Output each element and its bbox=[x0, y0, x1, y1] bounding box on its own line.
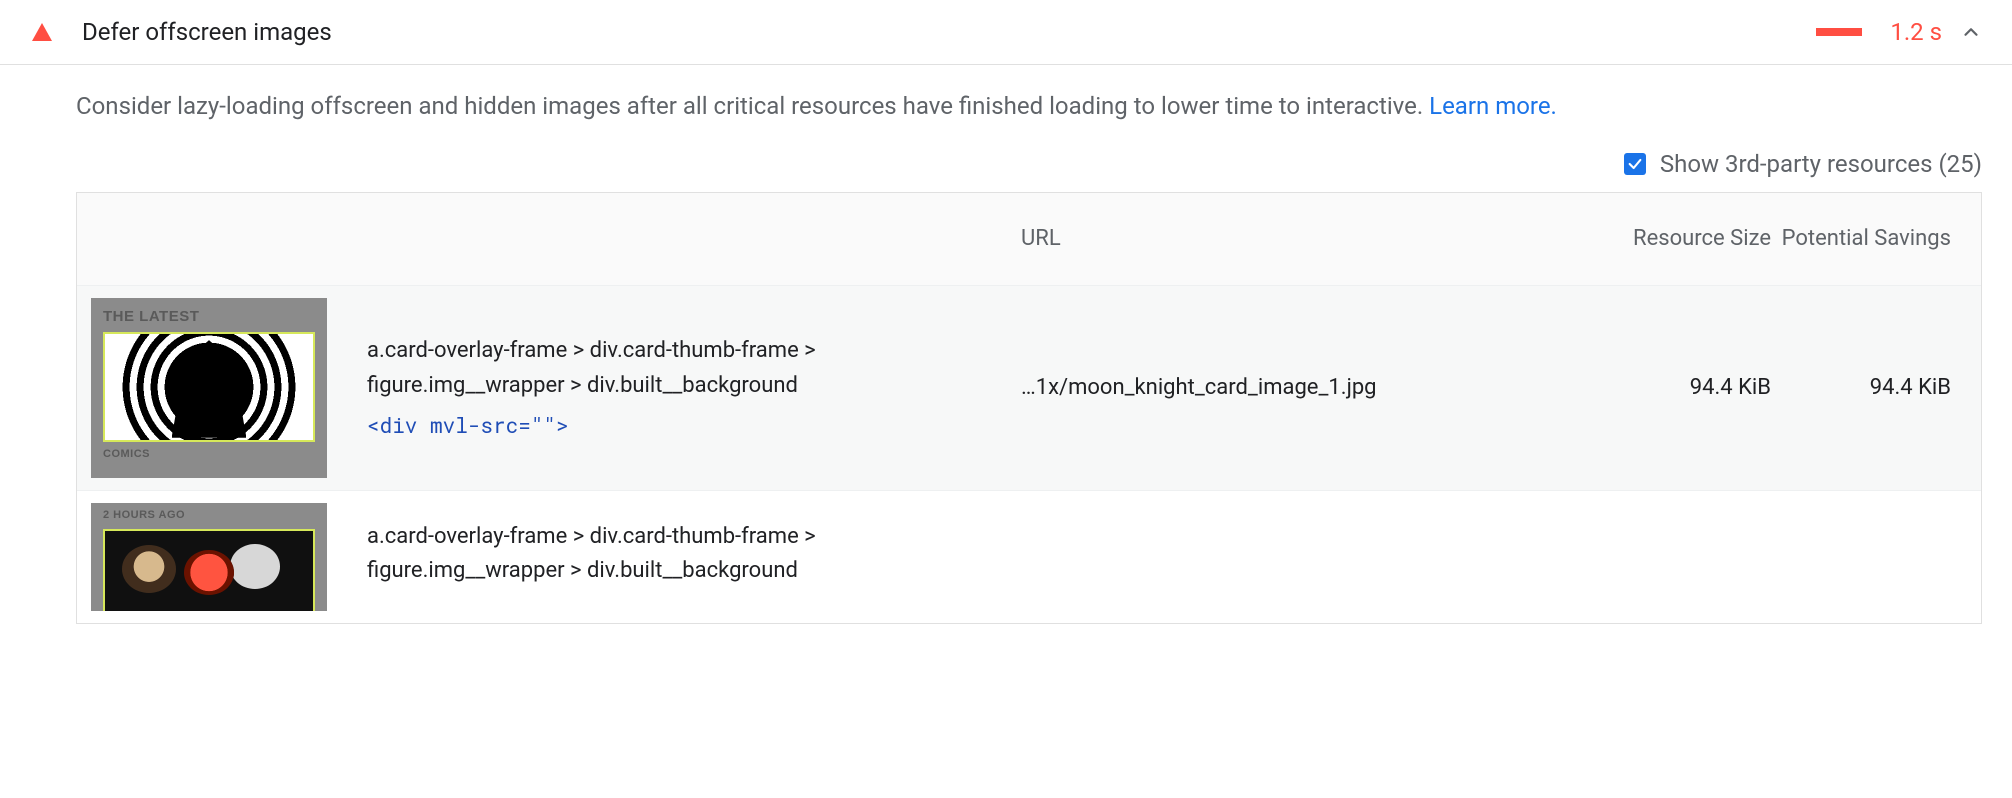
third-party-toggle[interactable]: Show 3rd-party resources (25) bbox=[76, 124, 1982, 192]
dom-snippet: <div mvl-src=""> bbox=[367, 409, 1001, 442]
chevron-up-icon[interactable] bbox=[1960, 21, 1982, 43]
resource-size-cell: 94.4 KiB bbox=[1581, 375, 1781, 400]
thumbnail-cell: THE LATEST COMICS bbox=[77, 298, 367, 478]
thumbnail-preview: 2 HOURS AGO bbox=[91, 503, 327, 611]
thumbnail-preview: THE LATEST COMICS bbox=[91, 298, 327, 478]
audit-body: Consider lazy-loading offscreen and hidd… bbox=[0, 65, 2012, 624]
selector-cell: a.card-overlay-frame > div.card-thumb-fr… bbox=[367, 520, 1021, 594]
audit-defer-offscreen-images: Defer offscreen images 1.2 s Consider la… bbox=[0, 0, 2012, 624]
selector-cell: a.card-overlay-frame > div.card-thumb-fr… bbox=[367, 334, 1021, 441]
col-url: URL bbox=[1021, 226, 1581, 251]
warning-triangle-icon bbox=[30, 20, 54, 44]
table-header: URL Resource Size Potential Savings bbox=[77, 193, 1981, 285]
third-party-label: Show 3rd-party resources (25) bbox=[1660, 150, 1982, 178]
thumbnail-image bbox=[103, 332, 315, 442]
learn-more-link[interactable]: Learn more. bbox=[1429, 92, 1557, 120]
thumb-tag-top: THE LATEST bbox=[103, 308, 199, 325]
audit-title: Defer offscreen images bbox=[82, 18, 1816, 46]
metric-bar-icon bbox=[1816, 28, 1862, 36]
col-resource-size: Resource Size bbox=[1581, 226, 1781, 251]
table-row[interactable]: 2 HOURS AGO a.card-overlay-frame > div.c… bbox=[77, 490, 1981, 623]
css-selector: a.card-overlay-frame > div.card-thumb-fr… bbox=[367, 338, 816, 397]
col-potential-savings: Potential Savings bbox=[1781, 224, 1981, 254]
url-cell: …1x/moon_knight_card_image_1.jpg bbox=[1021, 375, 1581, 400]
thumb-tag-bottom: COMICS bbox=[103, 448, 150, 460]
checkbox-checked-icon[interactable] bbox=[1624, 153, 1646, 175]
table-row[interactable]: THE LATEST COMICS a.card-overlay-frame >… bbox=[77, 285, 1981, 490]
thumbnail-cell: 2 HOURS AGO bbox=[77, 503, 367, 611]
audit-description-text: Consider lazy-loading offscreen and hidd… bbox=[76, 92, 1429, 120]
css-selector: a.card-overlay-frame > div.card-thumb-fr… bbox=[367, 524, 816, 583]
audit-description: Consider lazy-loading offscreen and hidd… bbox=[76, 89, 1982, 124]
resources-table: URL Resource Size Potential Savings THE … bbox=[76, 192, 1982, 624]
thumb-tag-top: 2 HOURS AGO bbox=[103, 509, 185, 521]
metric-time: 1.2 s bbox=[1890, 18, 1942, 46]
audit-header[interactable]: Defer offscreen images 1.2 s bbox=[0, 0, 2012, 65]
potential-savings-cell: 94.4 KiB bbox=[1781, 375, 1981, 400]
thumbnail-image bbox=[103, 529, 315, 611]
